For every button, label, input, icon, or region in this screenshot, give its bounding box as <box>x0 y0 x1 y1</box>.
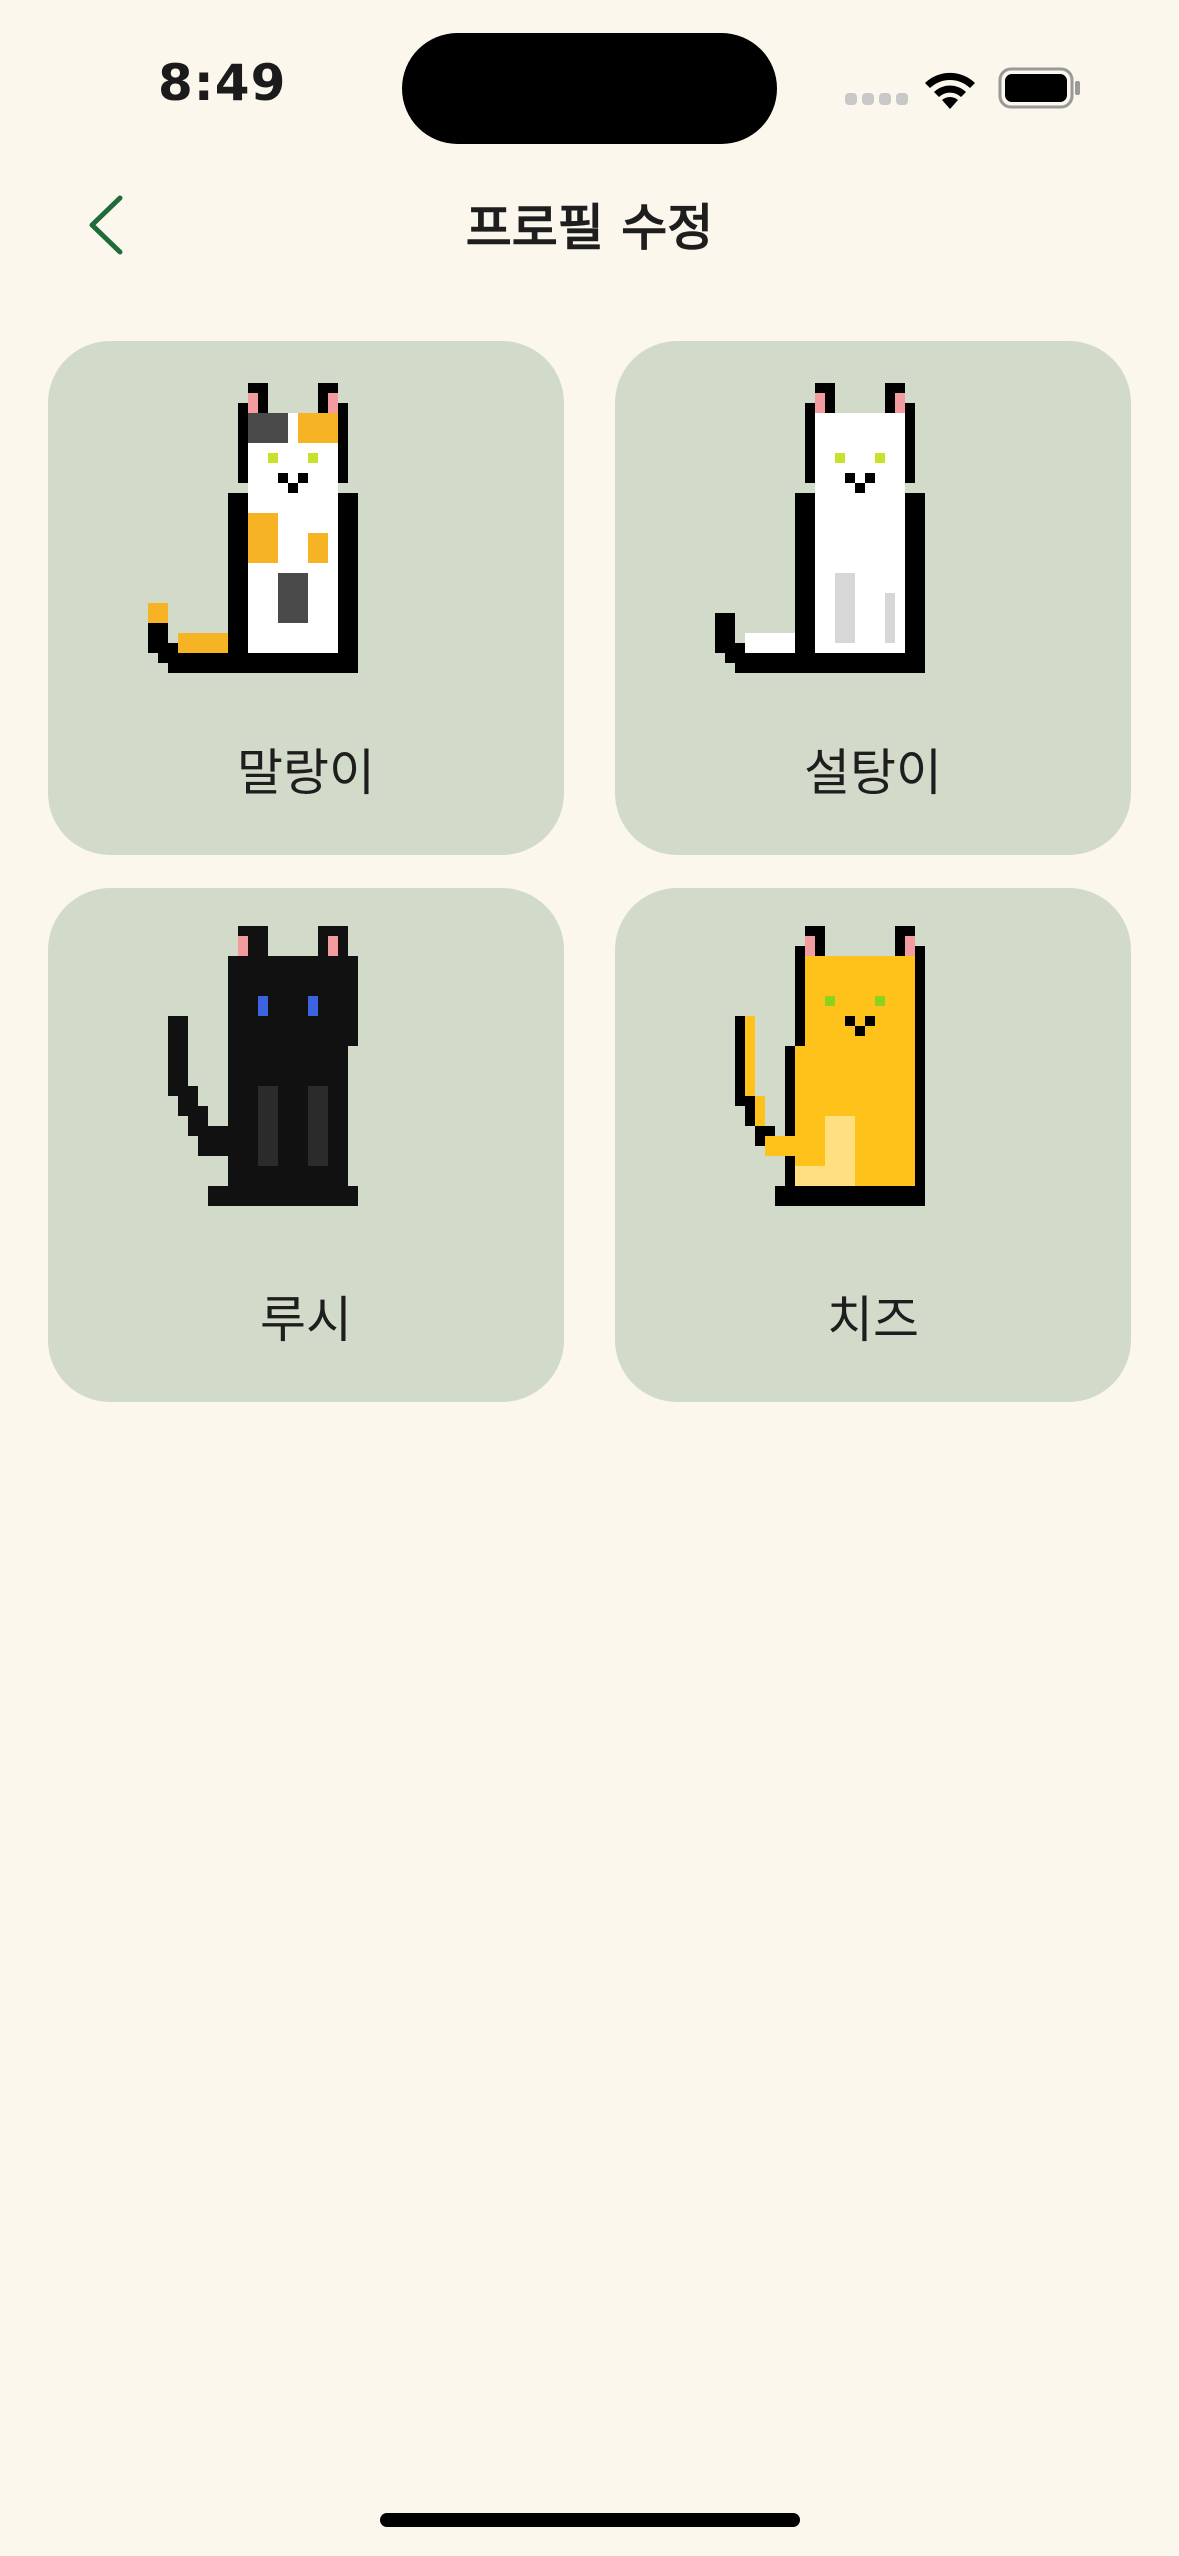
profile-card-seoltangi[interactable]: 설탕이 <box>615 341 1131 855</box>
orange-cat-icon <box>735 926 925 1206</box>
page-title: 프로필 수정 <box>465 199 714 257</box>
home-indicator[interactable] <box>380 2513 800 2527</box>
profile-name: 말랑이 <box>237 744 375 802</box>
wifi-icon <box>925 72 975 109</box>
profile-card-lucy[interactable]: 루시 <box>48 888 564 1402</box>
calico-cat-icon <box>148 383 358 673</box>
profile-card-malangi[interactable]: 말랑이 <box>48 341 564 855</box>
dynamic-island <box>402 33 777 144</box>
profile-name: 루시 <box>260 1291 352 1349</box>
cellular-signal-icon <box>845 93 908 107</box>
battery-icon <box>998 67 1080 109</box>
status-time: 8:49 <box>158 54 287 112</box>
black-cat-icon <box>168 926 358 1206</box>
profile-card-cheese[interactable]: 치즈 <box>615 888 1131 1402</box>
profile-name: 설탕이 <box>804 744 942 802</box>
white-cat-icon <box>715 383 925 673</box>
profile-name: 치즈 <box>827 1291 919 1349</box>
